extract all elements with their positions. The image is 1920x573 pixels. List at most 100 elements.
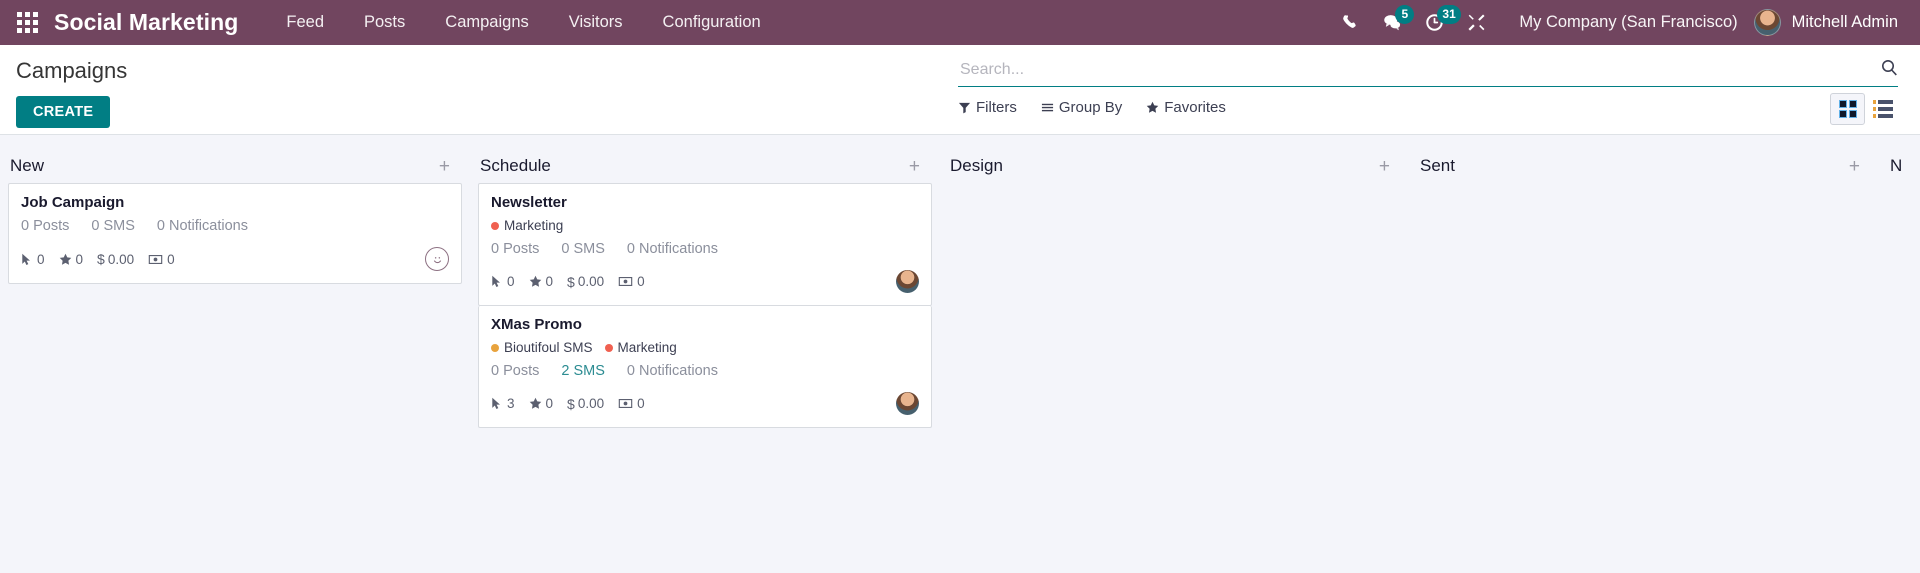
- column-header: Sent +: [1418, 149, 1872, 183]
- app-brand-title: Social Marketing: [54, 9, 239, 35]
- kanban-card[interactable]: XMas Promo Bioutifoul SMS Marketing 0 Po…: [478, 306, 932, 428]
- card-counters: 0 Posts 0 SMS 0 Notifications: [21, 218, 449, 234]
- stat-leads: 0: [529, 396, 553, 411]
- kanban-view-icon: [1838, 100, 1857, 118]
- counter-posts[interactable]: 0 Posts: [21, 218, 69, 234]
- phone-button[interactable]: [1329, 0, 1371, 45]
- menu-item-feed[interactable]: Feed: [266, 0, 344, 45]
- apps-menu-button[interactable]: [0, 0, 54, 45]
- banknote-icon: [618, 277, 633, 286]
- create-button[interactable]: CREATE: [16, 96, 111, 128]
- column-title: Sent: [1420, 156, 1455, 175]
- dollar-icon: $: [97, 251, 105, 267]
- stat-clicks: 3: [491, 396, 515, 411]
- card-counters: 0 Posts 0 SMS 0 Notifications: [491, 241, 919, 257]
- activities-button[interactable]: 31: [1413, 0, 1461, 45]
- favorites-label: Favorites: [1164, 99, 1226, 116]
- tag-bioutifoul-sms[interactable]: Bioutifoul SMS: [491, 340, 593, 355]
- card-assignee[interactable]: [896, 392, 919, 415]
- main-menu: Feed Posts Campaigns Visitors Configurat…: [266, 0, 780, 45]
- search-icon[interactable]: [1881, 59, 1898, 84]
- card-tags: Marketing: [491, 218, 919, 233]
- add-card-button[interactable]: +: [1843, 157, 1866, 176]
- card-title: XMas Promo: [491, 316, 582, 333]
- counter-notifications[interactable]: 0 Notifications: [627, 241, 718, 257]
- kanban-column-new: New + Job Campaign 0 Posts 0 SMS 0 Notif…: [0, 149, 470, 284]
- filter-toolbar: Filters Group By Favorites: [958, 99, 1920, 116]
- search-bar: [958, 57, 1898, 87]
- group-by-dropdown[interactable]: Group By: [1041, 99, 1122, 116]
- messages-button[interactable]: 5: [1371, 0, 1415, 45]
- company-selector[interactable]: My Company (San Francisco): [1497, 13, 1753, 32]
- kanban-view-button[interactable]: [1830, 93, 1865, 125]
- add-card-button[interactable]: +: [903, 157, 926, 176]
- stat-clicks: 0: [21, 252, 45, 267]
- column-title: N: [1890, 156, 1903, 175]
- mouse-pointer-icon: [22, 253, 30, 265]
- stat-leads: 0: [59, 252, 83, 267]
- kanban-column-partial: N: [1880, 149, 1920, 183]
- kanban-card[interactable]: Job Campaign 0 Posts 0 SMS 0 Notificatio…: [8, 183, 462, 284]
- phone-icon: [1343, 15, 1356, 28]
- tag-color-dot: [491, 343, 499, 352]
- stat-clicks: 0: [491, 274, 515, 289]
- add-card-button[interactable]: +: [433, 157, 456, 176]
- control-panel: Campaigns CREATE Filters: [0, 45, 1920, 135]
- avatar: [1753, 9, 1781, 36]
- card-tags: Bioutifoul SMS Marketing: [491, 340, 919, 355]
- kanban-column-sent: Sent +: [1410, 149, 1880, 183]
- star-icon: [529, 397, 541, 409]
- card-stats: 0 0 $ 0.00 0: [491, 274, 645, 290]
- list-view-icon: [1872, 100, 1893, 118]
- kanban-board: New + Job Campaign 0 Posts 0 SMS 0 Notif…: [0, 135, 1920, 573]
- card-footer: 0 0 $ 0.00 0: [491, 270, 919, 293]
- stat-revenue: $ 0.00: [97, 251, 135, 267]
- user-menu[interactable]: Mitchell Admin: [1753, 9, 1902, 36]
- counter-sms[interactable]: 0 SMS: [561, 241, 605, 257]
- counter-notifications[interactable]: 0 Notifications: [627, 363, 718, 379]
- card-stats: 0 0 $ 0.00 0: [21, 251, 175, 267]
- avatar: [896, 270, 919, 293]
- page-title: Campaigns: [16, 58, 128, 83]
- menu-item-configuration[interactable]: Configuration: [643, 0, 781, 45]
- add-card-button[interactable]: +: [1373, 157, 1396, 176]
- card-title: Job Campaign: [21, 194, 125, 211]
- smiley-avatar-icon: [425, 247, 449, 271]
- counter-sms[interactable]: 0 SMS: [91, 218, 135, 234]
- search-input[interactable]: [958, 61, 1881, 82]
- list-view-button[interactable]: [1865, 93, 1900, 125]
- star-icon: [59, 253, 71, 265]
- kanban-column-schedule: Schedule + Newsletter Marketing 0 Posts …: [470, 149, 940, 428]
- counter-notifications[interactable]: 0 Notifications: [157, 218, 248, 234]
- avatar: [896, 392, 919, 415]
- card-counters: 0 Posts 2 SMS 0 Notifications: [491, 363, 919, 379]
- column-header: Design +: [948, 149, 1402, 183]
- menu-item-campaigns[interactable]: Campaigns: [425, 0, 548, 45]
- column-header: N: [1888, 149, 1920, 183]
- card-footer: 0 0 $ 0.00 0: [21, 247, 449, 271]
- card-assignee[interactable]: [896, 270, 919, 293]
- filters-dropdown[interactable]: Filters: [958, 99, 1017, 116]
- list-lines-icon: [1041, 103, 1053, 112]
- counter-posts[interactable]: 0 Posts: [491, 241, 539, 257]
- kanban-card[interactable]: Newsletter Marketing 0 Posts 0 SMS 0 Not…: [478, 183, 932, 306]
- banknote-icon: [148, 254, 163, 264]
- counter-sms[interactable]: 2 SMS: [561, 363, 605, 379]
- user-name-label: Mitchell Admin: [1791, 13, 1898, 31]
- control-panel-right: Filters Group By Favorites: [958, 45, 1920, 134]
- developer-tools-button[interactable]: [1455, 0, 1497, 45]
- star-icon: [529, 275, 541, 287]
- favorites-dropdown[interactable]: Favorites: [1146, 99, 1226, 116]
- menu-item-visitors[interactable]: Visitors: [549, 0, 643, 45]
- tag-marketing[interactable]: Marketing: [491, 218, 563, 233]
- tag-color-dot: [491, 221, 499, 230]
- navbar-right-group: 5 31 My Company (San Francisco) Mitchell…: [1329, 0, 1920, 45]
- dollar-icon: $: [567, 273, 575, 290]
- column-header: Schedule +: [478, 149, 932, 183]
- messages-badge: 5: [1395, 5, 1415, 24]
- card-assignee[interactable]: [425, 247, 449, 271]
- tag-marketing[interactable]: Marketing: [604, 340, 677, 355]
- counter-posts[interactable]: 0 Posts: [491, 363, 539, 379]
- menu-item-posts[interactable]: Posts: [344, 0, 425, 45]
- card-stats: 3 0 $ 0.00 0: [491, 396, 645, 412]
